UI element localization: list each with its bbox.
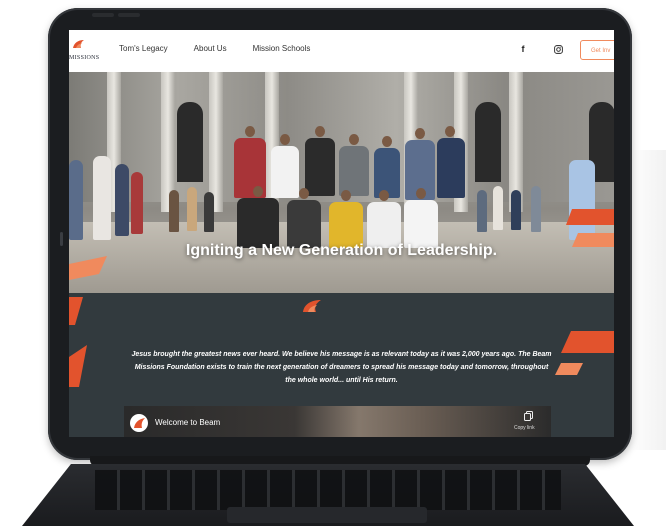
logo-text: MISSIONS xyxy=(69,55,100,61)
copy-icon[interactable] xyxy=(524,411,533,421)
photo-person xyxy=(69,160,83,240)
photo-person xyxy=(271,146,299,198)
photo-head xyxy=(315,126,325,137)
tablet-button xyxy=(118,13,140,17)
photo-person xyxy=(404,200,438,248)
photo-person xyxy=(437,138,465,198)
facebook-icon[interactable]: f xyxy=(517,43,529,55)
photo-person xyxy=(187,187,197,231)
photo-head xyxy=(280,134,290,145)
photo-doorway xyxy=(475,102,501,182)
photo-person xyxy=(287,200,321,248)
mission-section: Jesus brought the greatest news ever hea… xyxy=(69,293,614,437)
nav-about-us[interactable]: About Us xyxy=(194,44,227,53)
photo-person xyxy=(115,164,129,236)
nav-toms-legacy[interactable]: Tom's Legacy xyxy=(119,44,168,53)
photo-doorway xyxy=(177,102,203,182)
photo-head xyxy=(382,136,392,147)
welcome-video-player[interactable]: Welcome to Beam Copy link xyxy=(124,406,551,437)
photo-person xyxy=(93,156,111,240)
main-nav: Tom's Legacy About Us Mission Schools xyxy=(119,44,310,53)
photo-person xyxy=(493,186,503,230)
photo-person xyxy=(131,172,143,234)
brand-logo[interactable]: MISSIONS xyxy=(69,38,109,66)
get-involved-button[interactable]: Get Inv xyxy=(580,40,614,60)
decorative-accent-shape xyxy=(555,331,614,375)
photo-person xyxy=(531,186,541,232)
photo-person xyxy=(204,192,214,232)
tablet-side-button xyxy=(60,232,63,246)
mission-statement: Jesus brought the greatest news ever hea… xyxy=(131,351,552,384)
beam-flame-icon xyxy=(73,40,84,48)
photo-person xyxy=(305,138,335,196)
site-header: MISSIONS Tom's Legacy About Us Mission S… xyxy=(69,30,614,72)
decorative-accent-shape xyxy=(69,297,87,387)
beam-flame-icon xyxy=(303,300,321,312)
photo-person xyxy=(339,146,369,196)
photo-head xyxy=(253,186,263,197)
video-title[interactable]: Welcome to Beam xyxy=(155,418,220,427)
photo-head xyxy=(299,188,309,199)
photo-person xyxy=(477,190,487,232)
nav-mission-schools[interactable]: Mission Schools xyxy=(253,44,311,53)
photo-head xyxy=(445,126,455,137)
instagram-icon[interactable] xyxy=(552,43,564,55)
keyboard-trackpad xyxy=(227,507,427,523)
video-channel-logo[interactable] xyxy=(130,414,148,432)
tablet-button xyxy=(92,13,114,17)
photo-person xyxy=(237,198,279,248)
beam-flame-icon xyxy=(134,418,145,428)
photo-head xyxy=(349,134,359,145)
desk-reflection xyxy=(626,150,666,450)
photo-head xyxy=(415,128,425,139)
photo-head xyxy=(341,190,351,201)
photo-column xyxy=(209,72,223,212)
photo-head xyxy=(379,190,389,201)
photo-head xyxy=(245,126,255,137)
copy-link-label[interactable]: Copy link xyxy=(514,425,535,431)
hero-banner: Igniting a New Generation of Leadership. xyxy=(69,72,614,293)
photo-person xyxy=(511,190,521,230)
photo-head xyxy=(416,188,426,199)
tablet-screen: MISSIONS Tom's Legacy About Us Mission S… xyxy=(69,30,614,437)
hero-title: Igniting a New Generation of Leadership. xyxy=(185,242,498,259)
photo-person xyxy=(169,190,179,232)
